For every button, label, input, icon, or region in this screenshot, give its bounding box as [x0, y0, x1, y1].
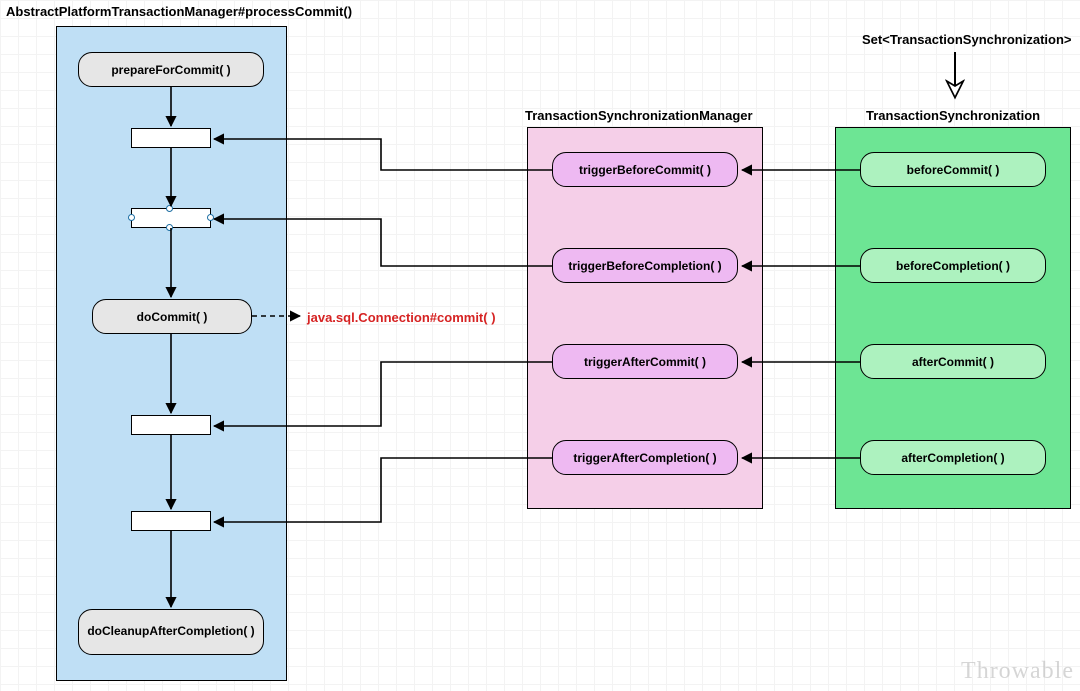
- trigger-before-completion-node: triggerBeforeCompletion( ): [552, 248, 738, 283]
- diagram-title: AbstractPlatformTransactionManager#proce…: [6, 4, 352, 19]
- trigger-after-commit-node: triggerAfterCommit( ): [552, 344, 738, 379]
- port-right: [207, 214, 214, 221]
- port-left: [128, 214, 135, 221]
- before-commit-node: beforeCommit( ): [860, 152, 1046, 187]
- port-bottom: [166, 224, 173, 231]
- empty-step-3: [131, 415, 211, 435]
- trigger-after-completion-node: triggerAfterCompletion( ): [552, 440, 738, 475]
- do-commit-node: doCommit( ): [92, 299, 252, 334]
- trigger-before-commit-node: triggerBeforeCommit( ): [552, 152, 738, 187]
- port-top: [166, 205, 173, 212]
- empty-step-1: [131, 128, 211, 148]
- prepare-for-commit-node: prepareForCommit( ): [78, 52, 264, 87]
- process-commit-container: [56, 26, 287, 681]
- manager-header: TransactionSynchronizationManager: [525, 108, 753, 123]
- do-cleanup-node: doCleanupAfterCompletion( ): [78, 609, 264, 655]
- jdbc-commit-annotation: java.sql.Connection#commit( ): [307, 310, 496, 325]
- set-label: Set<TransactionSynchronization>: [862, 32, 1072, 47]
- after-commit-node: afterCommit( ): [860, 344, 1046, 379]
- watermark: Throwable: [961, 658, 1074, 685]
- sync-header: TransactionSynchronization: [866, 108, 1040, 123]
- after-completion-node: afterCompletion( ): [860, 440, 1046, 475]
- before-completion-node: beforeCompletion( ): [860, 248, 1046, 283]
- empty-step-4: [131, 511, 211, 531]
